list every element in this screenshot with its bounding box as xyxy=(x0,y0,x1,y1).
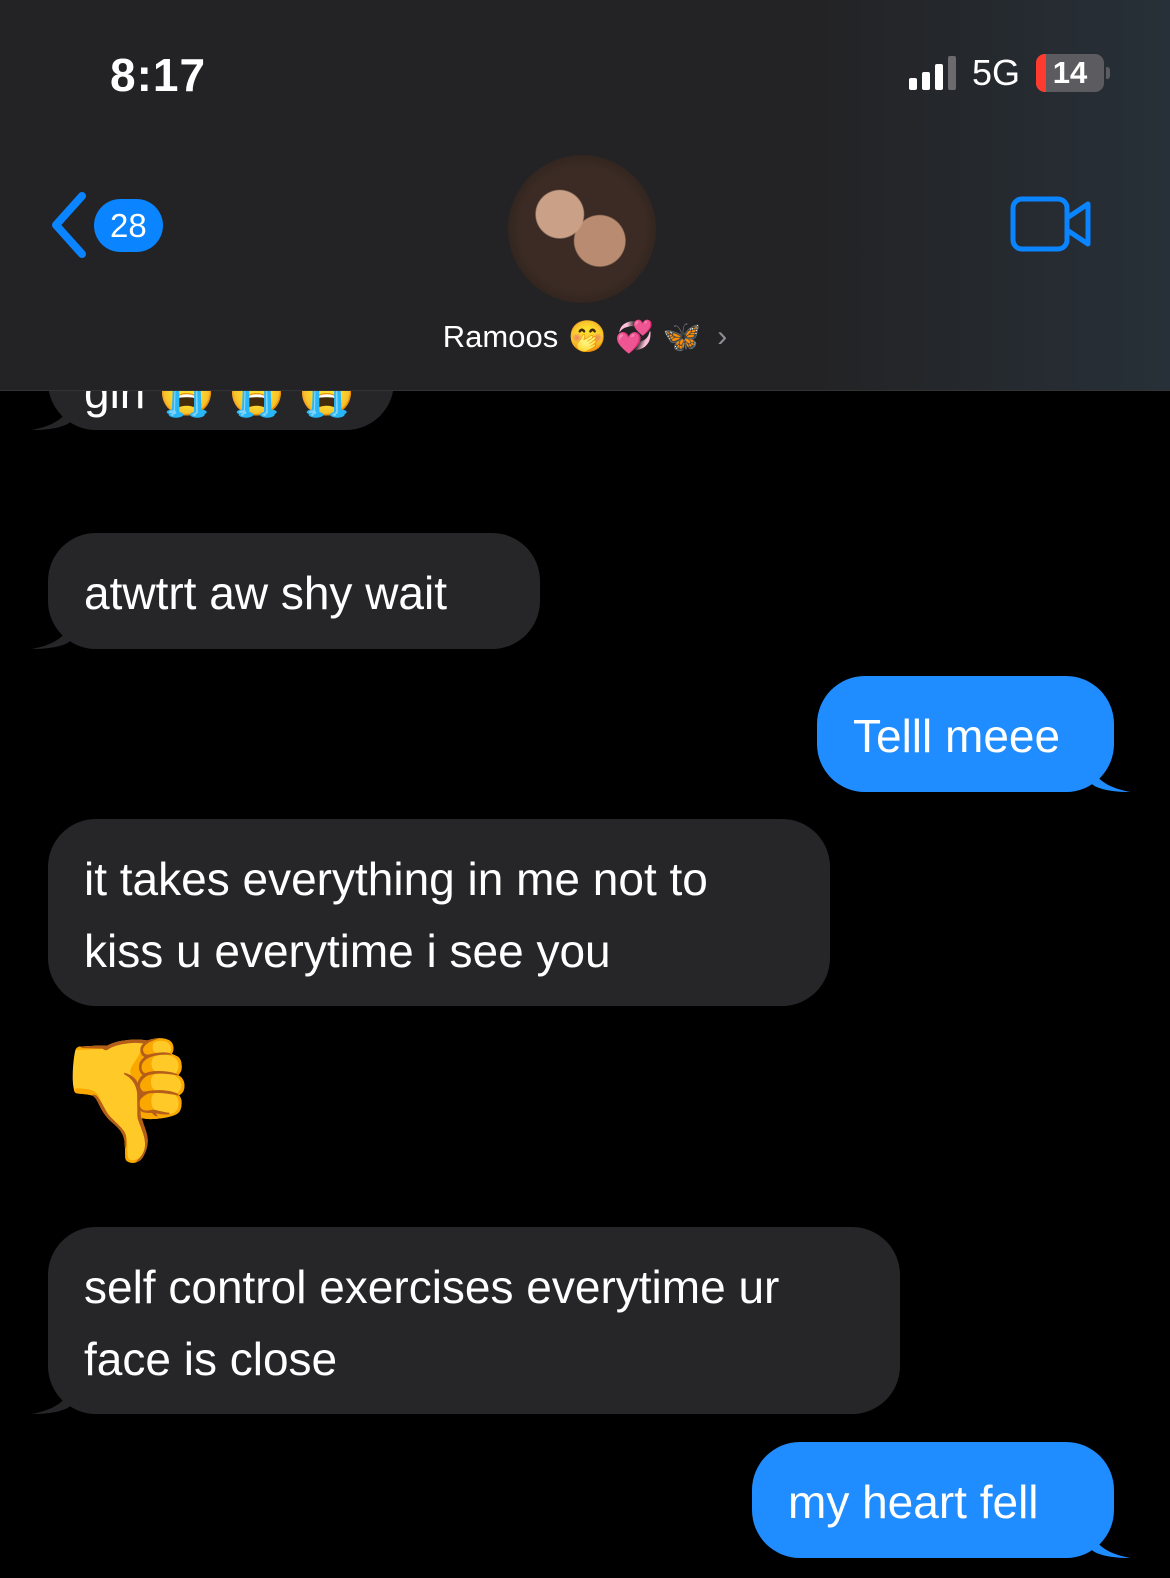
battery-percent: 14 xyxy=(1052,55,1088,90)
status-indicators: 5G 14 xyxy=(908,52,1110,94)
chevron-right-icon: › xyxy=(717,319,728,353)
message-bubble-received[interactable]: atwtrt aw shy wait xyxy=(32,533,540,649)
bubble-tail xyxy=(32,1374,72,1414)
video-camera-icon xyxy=(1010,196,1091,252)
chevron-left-icon xyxy=(52,192,86,258)
bubble-tail xyxy=(32,609,72,649)
battery-level-fill xyxy=(1036,54,1046,92)
cellular-signal-icon xyxy=(908,56,956,90)
battery-icon: 14 xyxy=(1036,54,1110,92)
bubble-tail xyxy=(1090,752,1130,792)
back-button[interactable]: 28 xyxy=(48,192,163,258)
message-text: Telll meee xyxy=(853,710,1061,762)
contact-info-button[interactable]: Ramoos 🤭 💞 🦋 › xyxy=(0,318,1170,355)
status-time: 8:17 xyxy=(110,49,207,101)
message-text: it takes everything in me not to kiss u … xyxy=(84,853,708,977)
message-bubble-received[interactable]: it takes everything in me not to kiss u … xyxy=(48,819,830,1006)
unread-count-badge: 28 xyxy=(94,198,163,252)
bubble-tail xyxy=(32,390,72,430)
network-type: 5G xyxy=(971,52,1020,93)
thumbs-down-emoji-message[interactable]: 👎 xyxy=(52,1040,201,1160)
video-call-button[interactable] xyxy=(1010,196,1092,257)
contact-avatar[interactable] xyxy=(508,155,656,303)
message-text: my heart fell xyxy=(788,1476,1039,1528)
message-text: self control exercises everytime ur face… xyxy=(84,1261,780,1385)
message-bubble-sent[interactable]: Telll meee xyxy=(817,676,1130,792)
message-text: atwtrt aw shy wait xyxy=(84,567,447,619)
bubble-tail xyxy=(1090,1518,1130,1558)
message-bubble-sent[interactable]: my heart fell xyxy=(752,1442,1130,1558)
contact-emojis: 🤭 💞 🦋 xyxy=(568,319,702,354)
conversation-header: 8:17 5G 14 28 Ramoos 🤭 💞 🦋 › xyxy=(0,0,1170,391)
contact-name: Ramoos xyxy=(442,318,559,354)
message-bubble-received[interactable]: self control exercises everytime ur face… xyxy=(32,1227,900,1414)
